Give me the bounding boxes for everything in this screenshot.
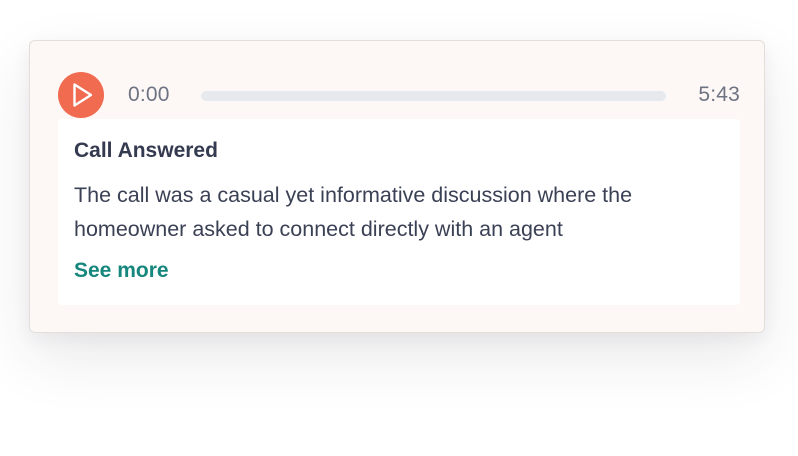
play-icon xyxy=(73,83,93,107)
see-more-link[interactable]: See more xyxy=(74,259,169,283)
current-time: 0:00 xyxy=(128,83,170,106)
call-summary-text: The call was a casual yet informative di… xyxy=(74,183,633,241)
call-summary-panel: Call Answered The call was a casual yet … xyxy=(58,119,740,305)
play-button[interactable] xyxy=(58,72,104,118)
progress-bar[interactable] xyxy=(201,91,666,101)
call-recording-card: 0:00 5:43 Call Answered The call was a c… xyxy=(29,40,765,333)
audio-player: 0:00 5:43 xyxy=(58,71,740,119)
call-status-title: Call Answered xyxy=(74,139,218,162)
total-duration: 5:43 xyxy=(698,83,740,106)
